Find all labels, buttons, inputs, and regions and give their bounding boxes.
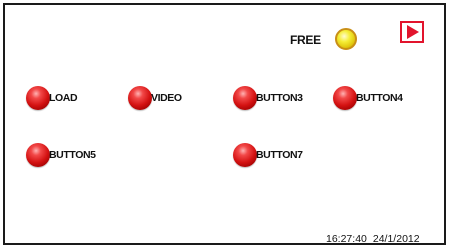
load-button[interactable]: LOAD: [26, 86, 78, 110]
button4-button[interactable]: BUTTON4: [333, 86, 403, 110]
red-led-icon: [128, 86, 152, 110]
red-led-icon: [233, 86, 257, 110]
red-led-icon: [333, 86, 357, 110]
button5-button[interactable]: BUTTON5: [26, 143, 96, 167]
play-icon: [407, 25, 419, 39]
video-button-label: VIDEO: [151, 92, 182, 104]
button3-label: BUTTON3: [256, 92, 303, 104]
display-panel: [3, 3, 446, 245]
red-led-icon: [26, 143, 50, 167]
button7-label: BUTTON7: [256, 149, 303, 161]
button3-button[interactable]: BUTTON3: [233, 86, 303, 110]
play-button[interactable]: [400, 21, 424, 43]
clock-time: 16:27:40: [326, 233, 367, 245]
free-status-indicator-icon: [335, 28, 357, 50]
red-led-icon: [26, 86, 50, 110]
status-clock: 16:27:40 24/1/2012: [326, 233, 420, 245]
video-button[interactable]: VIDEO: [128, 86, 182, 110]
free-label: FREE: [290, 33, 321, 47]
load-button-label: LOAD: [49, 92, 78, 104]
clock-date: 24/1/2012: [372, 233, 420, 245]
button7-button[interactable]: BUTTON7: [233, 143, 303, 167]
button5-label: BUTTON5: [49, 149, 96, 161]
red-led-icon: [233, 143, 257, 167]
button4-label: BUTTON4: [356, 92, 403, 104]
